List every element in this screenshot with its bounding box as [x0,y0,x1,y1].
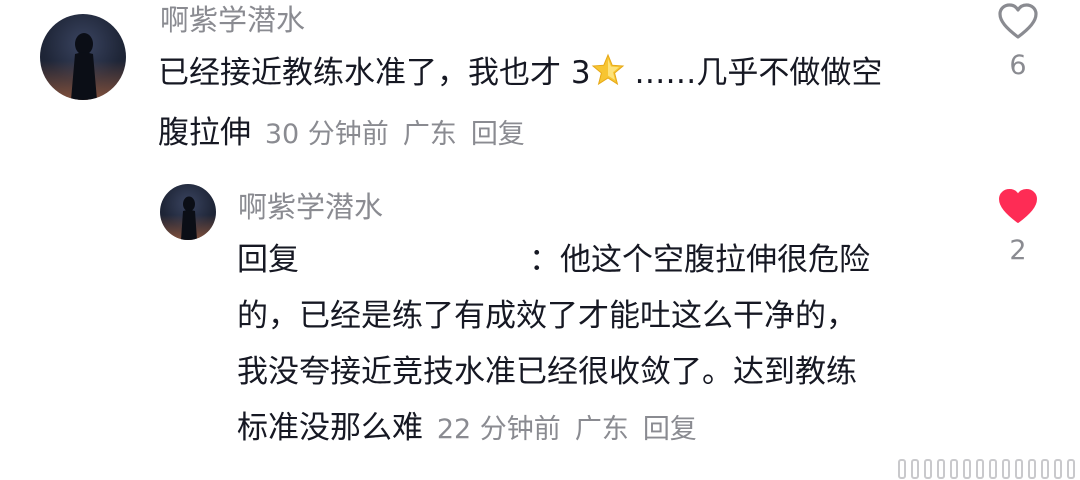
reply-prefix: 回复 [237,242,299,278]
comment-text-line: 的，已经是练了有成效了才能吐这么干净的， [237,298,857,334]
comment-text-line: 腹拉伸 [158,115,251,151]
comment-time: 30 分钟前 [264,119,389,150]
comment-time: 22 分钟前 [436,414,561,445]
comment-text: 已经接近教练水准了，我也才 3 ……几乎不做做空 腹拉伸 30 分钟前 广东 回复 [158,45,958,163]
comment-author[interactable]: 啊紫学潜水 [238,193,383,222]
comment-text-line: 已经接近教练水准了，我也才 3 [158,55,591,91]
silhouette-icon [181,196,197,240]
star-emoji-icon [591,49,625,105]
like-count: 6 [1009,50,1027,81]
comment-text-line: ……几乎不做做空 [624,55,883,91]
avatar[interactable] [160,184,216,240]
reply-button[interactable]: 回复 [643,414,697,445]
silhouette-icon [71,33,97,100]
comment-text-line: 标准没那么难 [237,410,423,446]
comment-meta: 22 分钟前 广东 回复 [437,414,711,445]
comment-location: 广东 [402,119,457,150]
reply-button[interactable]: 回复 [471,119,525,150]
comment-text-line: 我没夸接近竞技水准已经很收敛了。达到教练 [237,354,857,390]
comment-author[interactable]: 啊紫学潜水 [160,6,305,35]
heart-outline-icon [998,3,1038,39]
like-button[interactable]: 6 [988,2,1048,79]
mention-redacted [299,247,529,276]
more-indicator-icon [898,459,1080,479]
like-count: 2 [1009,235,1027,266]
comment-meta: 30 分钟前 广东 回复 [265,119,539,150]
avatar[interactable] [40,14,126,100]
comment-text: 回复 ：他这个空腹拉伸很危险 的，已经是练了有成效了才能吐这么干净的， 我没夸接近… [237,232,957,458]
heart-filled-icon [999,189,1037,223]
comment-location: 广东 [574,414,629,445]
comment-text-line: ：他这个空腹拉伸很危险 [529,242,870,278]
like-button[interactable]: 2 [988,187,1048,264]
